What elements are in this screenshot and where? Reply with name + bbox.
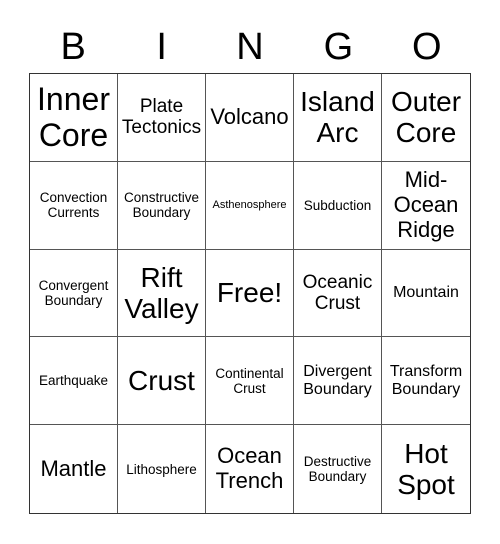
bingo-cell[interactable]: Convection Currents xyxy=(30,161,118,250)
bingo-cell[interactable]: Asthenosphere xyxy=(206,161,294,250)
bingo-cell[interactable]: Island Arc xyxy=(294,74,382,162)
bingo-grid: Inner Core Plate Tectonics Volcano Islan… xyxy=(29,73,471,514)
header-letter-o: O xyxy=(412,26,442,68)
free-space-cell[interactable]: Free! xyxy=(206,249,294,338)
bingo-cell[interactable]: Mid-Ocean Ridge xyxy=(382,162,470,250)
header-letter-n: N xyxy=(236,26,264,68)
header-letter-g: G xyxy=(323,26,354,68)
bingo-cell[interactable]: Rift Valley xyxy=(118,249,206,338)
bingo-cell[interactable]: Continental Crust xyxy=(206,337,294,426)
bingo-cell[interactable]: Hot Spot xyxy=(382,425,470,513)
bingo-cell[interactable]: Plate Tectonics xyxy=(118,74,206,162)
bingo-cell[interactable]: Transform Boundary xyxy=(382,337,470,426)
bingo-cell[interactable]: Ocean Trench xyxy=(206,425,294,513)
bingo-cell[interactable]: Divergent Boundary xyxy=(294,337,382,426)
bingo-cell[interactable]: Volcano xyxy=(206,74,294,162)
bingo-cell[interactable]: Mountain xyxy=(382,250,470,338)
bingo-cell[interactable]: Constructive Boundary xyxy=(118,161,206,250)
bingo-cell[interactable]: Lithosphere xyxy=(118,425,206,513)
bingo-cell[interactable]: Earthquake xyxy=(30,337,118,426)
bingo-header: B I N G O xyxy=(29,22,471,72)
bingo-cell[interactable]: Convergent Boundary xyxy=(30,249,118,338)
bingo-cell[interactable]: Subduction xyxy=(294,161,382,250)
bingo-cell[interactable]: Oceanic Crust xyxy=(294,249,382,338)
bingo-cell[interactable]: Destructive Boundary xyxy=(294,425,382,513)
header-letter-b: B xyxy=(60,26,86,68)
bingo-cell[interactable]: Outer Core xyxy=(382,74,470,162)
header-letter-i: I xyxy=(156,26,167,68)
bingo-cell[interactable]: Mantle xyxy=(30,425,118,513)
bingo-cell[interactable]: Crust xyxy=(118,337,206,426)
bingo-cell[interactable]: Inner Core xyxy=(30,74,118,162)
